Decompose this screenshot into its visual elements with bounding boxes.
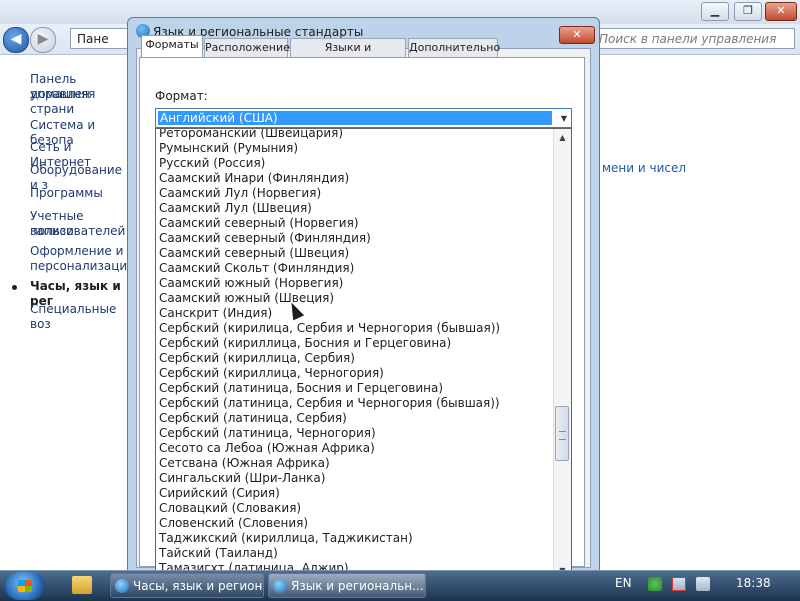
chevron-down-icon[interactable]: ▼ [561, 114, 567, 123]
vertical-scrollbar[interactable]: ▲ ▼ [553, 129, 571, 579]
format-list-item[interactable]: Тайский (Таиланд) [159, 546, 554, 561]
format-list-item[interactable]: Таджикский (кириллица, Таджикистан) [159, 531, 554, 546]
forward-button[interactable]: ▶ [30, 27, 56, 53]
format-list-item[interactable]: Саамский южный (Норвегия) [159, 276, 554, 291]
format-list-item[interactable]: Русский (Россия) [159, 156, 554, 171]
sidebar-item-programs[interactable]: Программы [30, 186, 103, 201]
format-list-item[interactable]: Сесото са Лебоа (Южная Африка) [159, 441, 554, 456]
format-list: Ретороманский (Швейцария) Румынский (Румы… [159, 129, 554, 579]
format-combobox[interactable]: Английский (США) ▼ [155, 108, 572, 128]
tab-keyboards[interactable]: Языки и клавиатуры [290, 38, 406, 72]
tab-formats[interactable]: Форматы [141, 35, 203, 57]
format-list-item[interactable]: Саамский южный (Швеция) [159, 291, 554, 306]
taskbar-btn-region-dialog[interactable]: Язык и региональн... [268, 573, 426, 598]
taskbar-btn-label: Язык и региональн... [291, 579, 424, 593]
maximize-button[interactable]: ❐ [734, 2, 762, 21]
volume-icon[interactable] [696, 577, 710, 591]
format-list-item[interactable]: Сербский (латиница, Босния и Герцеговина… [159, 381, 554, 396]
format-label: Формат: [155, 89, 208, 103]
minimize-button[interactable]: ▁ [701, 2, 729, 21]
format-list-item[interactable]: Саамский Лул (Швеция) [159, 201, 554, 216]
format-list-item[interactable]: Ретороманский (Швейцария) [159, 129, 554, 141]
format-list-item[interactable]: Санскрит (Индия) [159, 306, 554, 321]
close-button[interactable]: ✕ [765, 2, 797, 21]
background-link[interactable]: мени и чисел [602, 161, 686, 175]
format-list-item[interactable]: Саамский Скольт (Финляндия) [159, 261, 554, 276]
format-list-item[interactable]: Сербский (кириллица, Сербия) [159, 351, 554, 366]
format-list-item[interactable]: Саамский Инари (Финляндия) [159, 171, 554, 186]
sidebar-item-appearance-2[interactable]: персонализация [30, 259, 134, 274]
start-button[interactable] [5, 572, 45, 600]
format-list-item[interactable]: Сербский (кириллица, Черногория) [159, 366, 554, 381]
back-button[interactable]: ◀ [3, 27, 29, 53]
clock[interactable]: 18:38 [736, 576, 771, 590]
format-list-item[interactable]: Сирийский (Сирия) [159, 486, 554, 501]
selected-format: Английский (США) [158, 111, 552, 125]
sidebar-item-appearance[interactable]: Оформление и [30, 244, 123, 259]
tab-administrative[interactable]: Дополнительно [408, 38, 500, 57]
scroll-up-icon[interactable]: ▲ [554, 129, 571, 146]
format-dropdown-list[interactable]: Ретороманский (Швейцария) Румынский (Румы… [155, 128, 572, 580]
action-center-icon[interactable] [648, 577, 662, 591]
globe-icon [273, 579, 287, 593]
format-list-item[interactable]: Румынский (Румыния) [159, 141, 554, 156]
taskbar-btn-label: Часы, язык и регион [133, 579, 263, 593]
format-list-item[interactable]: Сербский (латиница, Сербия и Черногория … [159, 396, 554, 411]
format-list-item[interactable]: Сербский (латиница, Сербия) [159, 411, 554, 426]
format-list-item[interactable]: Сингальский (Шри-Ланка) [159, 471, 554, 486]
control-panel-sidebar: Панель управлен домашняя страни Система … [0, 55, 134, 565]
taskbar-btn-clock-region[interactable]: Часы, язык и регион [110, 573, 264, 598]
search-input[interactable]: Поиск в панели управления [590, 28, 795, 49]
sidebar-item-home-2[interactable]: домашняя страни [30, 87, 128, 117]
format-list-item[interactable]: Саамский северный (Швеция) [159, 246, 554, 261]
format-list-item[interactable]: Сербский (кириллица, Босния и Герцеговин… [159, 336, 554, 351]
format-list-item[interactable]: Сербский (латиница, Черногория) [159, 426, 554, 441]
language-indicator[interactable]: EN [615, 576, 632, 590]
sidebar-item-accessibility[interactable]: Специальные воз [30, 302, 128, 332]
dialog-close-button[interactable]: ✕ [559, 26, 595, 44]
network-icon[interactable] [672, 577, 686, 591]
format-list-item[interactable]: Словенский (Словения) [159, 516, 554, 531]
address-text: Пане [77, 32, 109, 46]
format-list-item[interactable]: Сербский (кирилица, Сербия и Черногория … [159, 321, 554, 336]
format-list-item[interactable]: Сетсвана (Южная Африка) [159, 456, 554, 471]
format-list-item[interactable]: Саамский северный (Финляндия) [159, 231, 554, 246]
tab-location[interactable]: Расположение [204, 38, 290, 57]
format-list-item[interactable]: Саамский северный (Норвегия) [159, 216, 554, 231]
format-list-item[interactable]: Саамский Лул (Норвегия) [159, 186, 554, 201]
explorer-icon[interactable] [72, 576, 92, 594]
sidebar-item-accounts-2[interactable]: пользователей [30, 224, 125, 239]
active-item-bullet [12, 285, 17, 290]
scroll-thumb[interactable] [555, 406, 569, 461]
windows-logo-icon [18, 580, 32, 592]
format-list-item[interactable]: Словацкий (Словакия) [159, 501, 554, 516]
control-panel-icon [115, 579, 129, 593]
